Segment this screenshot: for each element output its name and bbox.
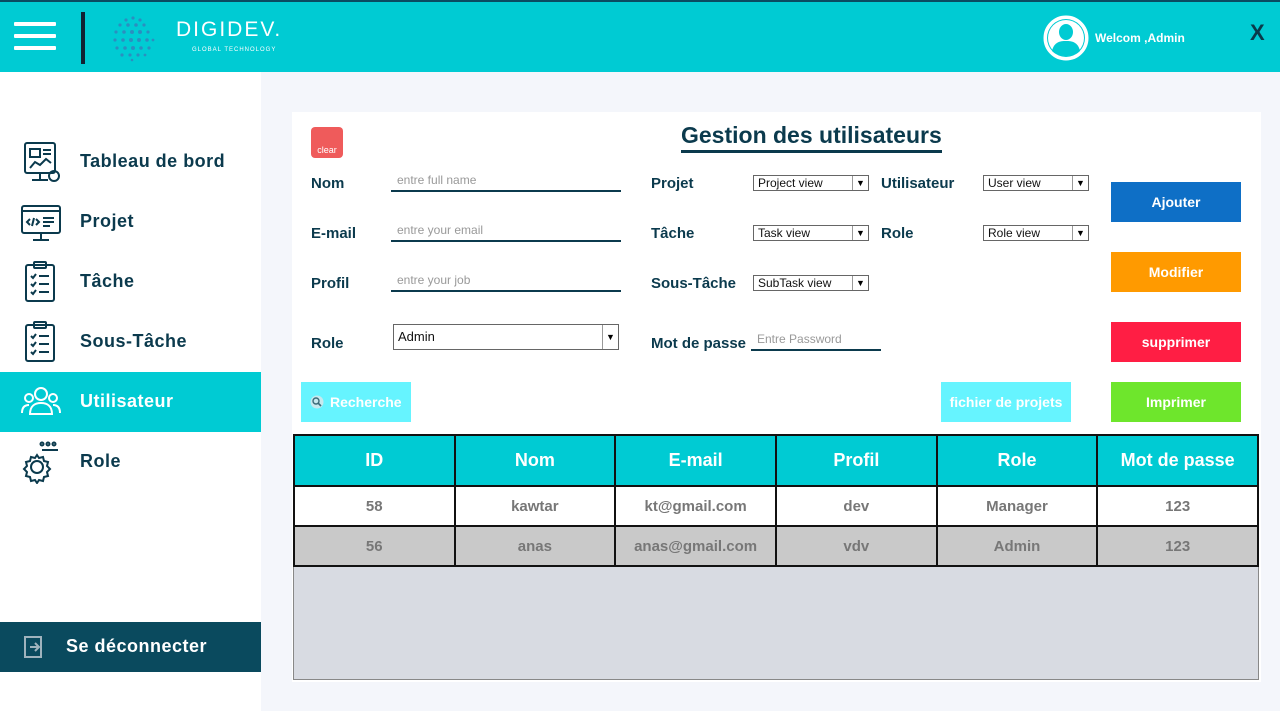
column-header-role[interactable]: Role <box>935 434 1099 487</box>
welcome-text: Welcom ,Admin <box>1095 31 1185 45</box>
cell-id: 58 <box>293 485 456 527</box>
profil-input[interactable] <box>391 270 621 292</box>
sidebar: Tableau de bord Projet Tâche Sous-Tâche … <box>0 72 261 711</box>
column-header-email[interactable]: E-mail <box>614 434 778 487</box>
utilisateur-select-value: User view <box>988 176 1041 190</box>
sidebar-item-label: Projet <box>80 211 135 231</box>
page-title: Gestion des utilisateurs <box>681 122 942 153</box>
hamburger-menu-icon[interactable] <box>14 20 56 54</box>
users-table: ID Nom E-mail Profil Role Mot de passe 5… <box>293 434 1259 680</box>
gear-icon <box>22 441 58 484</box>
soustache-label: Sous-Tâche <box>651 275 737 292</box>
logout-label: Se déconnecter <box>66 636 208 656</box>
imprimer-button[interactable]: Imprimer <box>1111 382 1241 422</box>
sidebar-item-role[interactable]: Role <box>0 432 261 492</box>
nom-input[interactable] <box>391 170 621 192</box>
role-view-select-value: Role view <box>988 226 1041 240</box>
search-icon <box>310 395 324 409</box>
role-view-select[interactable]: Role view ▼ <box>983 225 1089 241</box>
projet-select-value: Project view <box>758 176 823 190</box>
clear-button[interactable]: clear <box>311 127 343 158</box>
sidebar-item-tache[interactable]: Tâche <box>0 252 261 312</box>
logout-button[interactable]: Se déconnecter <box>0 622 261 672</box>
soustache-select[interactable]: SubTask view ▼ <box>753 275 869 291</box>
brand-name: DIGIDEV. <box>176 18 283 41</box>
cell-email: anas@gmail.com <box>614 525 778 567</box>
column-header-nom[interactable]: Nom <box>453 434 617 487</box>
checklist-icon <box>25 321 55 362</box>
sidebar-item-label: Tableau de bord <box>80 151 226 171</box>
close-button[interactable]: X <box>1250 20 1265 46</box>
sidebar-item-label: Utilisateur <box>80 391 174 411</box>
sidebar-item-label: Sous-Tâche <box>80 331 188 351</box>
top-bar: DIGIDEV. GLOBAL TECHNOLOGY Welcom ,Admin… <box>0 0 1280 72</box>
sidebar-item-tableau-de-bord[interactable]: Tableau de bord <box>0 132 261 192</box>
brand-tagline: GLOBAL TECHNOLOGY <box>192 47 277 53</box>
profil-label: Profil <box>311 275 350 292</box>
email-input[interactable] <box>391 220 621 242</box>
table-header-row: ID Nom E-mail Profil Role Mot de passe <box>293 434 1259 487</box>
password-label: Mot de passe <box>651 335 747 352</box>
cell-profil: vdv <box>775 525 938 567</box>
header-divider <box>81 12 85 64</box>
dashboard-icon <box>24 142 60 182</box>
chevron-down-icon: ▼ <box>602 325 618 349</box>
role-select-value: Admin <box>398 329 435 344</box>
cell-id: 56 <box>293 525 456 567</box>
sidebar-item-utilisateur[interactable]: Utilisateur <box>0 372 261 432</box>
globe-dots-icon <box>113 16 155 62</box>
brand-logo: DIGIDEV. GLOBAL TECHNOLOGY <box>108 12 308 64</box>
ajouter-button[interactable]: Ajouter <box>1111 182 1241 222</box>
role-label: Role <box>311 335 344 352</box>
table-row[interactable]: 58 kawtar kt@gmail.com dev Manager 123 <box>293 485 1259 527</box>
email-label: E-mail <box>311 225 357 242</box>
role-select[interactable]: Admin ▼ <box>393 324 619 350</box>
user-avatar-icon[interactable] <box>1043 15 1089 61</box>
chevron-down-icon: ▼ <box>1072 176 1088 190</box>
sidebar-item-label: Tâche <box>80 271 135 291</box>
cell-mot-de-passe: 123 <box>1096 525 1259 567</box>
cell-nom: anas <box>453 525 617 567</box>
chevron-down-icon: ▼ <box>852 176 868 190</box>
modifier-button[interactable]: Modifier <box>1111 252 1241 292</box>
table-row[interactable]: 56 anas anas@gmail.com vdv Admin 123 <box>293 525 1259 567</box>
soustache-select-value: SubTask view <box>758 276 832 290</box>
recherche-label: Recherche <box>330 394 402 410</box>
sidebar-item-sous-tache[interactable]: Sous-Tâche <box>0 312 261 372</box>
projet-label: Projet <box>651 175 694 192</box>
cell-role: Manager <box>935 485 1099 527</box>
password-input[interactable] <box>751 329 881 351</box>
column-header-id[interactable]: ID <box>293 434 456 487</box>
checklist-icon <box>25 261 55 302</box>
sidebar-item-label: Role <box>80 451 122 471</box>
logout-icon <box>24 636 42 658</box>
utilisateur-select[interactable]: User view ▼ <box>983 175 1089 191</box>
utilisateur-label: Utilisateur <box>881 175 955 192</box>
tache-label: Tâche <box>651 225 695 242</box>
cell-role: Admin <box>935 525 1099 567</box>
users-icon <box>21 387 61 415</box>
cell-profil: dev <box>775 485 938 527</box>
column-header-mot-de-passe[interactable]: Mot de passe <box>1096 434 1259 487</box>
app-window: DIGIDEV. GLOBAL TECHNOLOGY Welcom ,Admin… <box>0 0 1280 711</box>
chevron-down-icon: ▼ <box>852 226 868 240</box>
recherche-button[interactable]: Recherche <box>301 382 411 422</box>
supprimer-button[interactable]: supprimer <box>1111 322 1241 362</box>
projet-select[interactable]: Project view ▼ <box>753 175 869 191</box>
monitor-code-icon <box>21 205 61 241</box>
tache-select-value: Task view <box>758 226 811 240</box>
tache-select[interactable]: Task view ▼ <box>753 225 869 241</box>
chevron-down-icon: ▼ <box>1072 226 1088 240</box>
cell-mot-de-passe: 123 <box>1096 485 1259 527</box>
sidebar-item-projet[interactable]: Projet <box>0 192 261 252</box>
chevron-down-icon: ▼ <box>852 276 868 290</box>
role-view-label: Role <box>881 225 914 242</box>
nom-label: Nom <box>311 175 345 192</box>
cell-nom: kawtar <box>453 485 617 527</box>
cell-email: kt@gmail.com <box>614 485 778 527</box>
fichier-de-projets-button[interactable]: fichier de projets <box>941 382 1071 422</box>
clear-label: clear <box>317 145 337 155</box>
column-header-profil[interactable]: Profil <box>775 434 938 487</box>
